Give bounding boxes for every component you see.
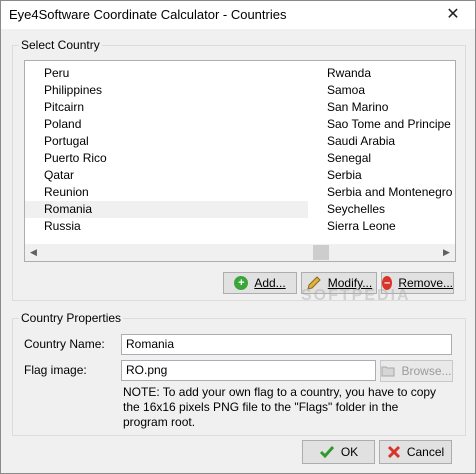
list-item[interactable]: Samoa: [308, 82, 455, 99]
cancel-button-label: Cancel: [406, 445, 445, 459]
list-item[interactable]: Senegal: [308, 150, 455, 167]
country-properties-label: Country Properties: [19, 311, 124, 325]
title-bar: Eye4Software Coordinate Calculator - Cou…: [1, 1, 475, 29]
list-item[interactable]: Serbia: [308, 167, 455, 184]
browse-button-label: Browse...: [401, 364, 452, 378]
ok-button-label: OK: [340, 445, 359, 459]
list-item[interactable]: Philippines: [25, 82, 308, 99]
cancel-button[interactable]: Cancel: [379, 440, 452, 464]
flag-image-label: Flag image:: [24, 363, 87, 377]
checkmark-icon: [319, 446, 334, 459]
flag-note-text: NOTE: To add your own flag to a country,…: [123, 385, 437, 429]
flag-image-input[interactable]: RO.png: [121, 360, 376, 381]
plus-circle-icon: +: [234, 276, 249, 290]
add-country-button[interactable]: + Add...: [223, 272, 297, 294]
browse-button: Browse...: [380, 360, 453, 382]
list-item[interactable]: Rwanda: [308, 65, 455, 82]
country-name-label: Country Name:: [24, 337, 105, 351]
window-title: Eye4Software Coordinate Calculator - Cou…: [9, 7, 287, 22]
list-item[interactable]: Portugal: [25, 133, 308, 150]
list-item[interactable]: Poland: [25, 116, 308, 133]
list-item[interactable]: Pitcairn: [25, 99, 308, 116]
horizontal-scrollbar[interactable]: ◀ ▶: [25, 244, 455, 261]
list-item[interactable]: Seychelles: [308, 201, 455, 218]
scroll-right-icon[interactable]: ▶: [438, 244, 455, 261]
list-item[interactable]: Puerto Rico: [25, 150, 308, 167]
cross-icon: [387, 445, 400, 459]
list-item[interactable]: Sierra Leone: [308, 218, 455, 235]
list-item[interactable]: Peru: [25, 65, 308, 82]
country-list[interactable]: Peru Philippines Pitcairn Poland Portugal Pue…: [24, 60, 456, 262]
list-item[interactable]: Serbia and Montenegro: [308, 184, 455, 201]
countries-dialog: Eye4Software Coordinate Calculator - Cou…: [0, 0, 476, 474]
close-window-button[interactable]: ✕: [431, 1, 475, 29]
list-item[interactable]: Sao Tome and Principe: [308, 116, 455, 133]
list-item[interactable]: Russia: [25, 218, 308, 235]
folder-icon: [381, 366, 395, 377]
country-name-input[interactable]: Romania: [121, 334, 452, 355]
add-button-label: Add...: [254, 276, 286, 290]
country-list-column-2: Rwanda Samoa San Marino Sao Tome and Princi…: [308, 65, 455, 235]
list-item[interactable]: Reunion: [25, 184, 308, 201]
select-country-label: Select Country: [19, 38, 102, 52]
scroll-left-icon[interactable]: ◀: [25, 244, 42, 261]
list-item[interactable]: Qatar: [25, 167, 308, 184]
scroll-thumb[interactable]: [313, 245, 329, 260]
list-item[interactable]: Romania: [25, 201, 308, 218]
ok-button[interactable]: OK: [302, 440, 375, 464]
list-item[interactable]: Saudi Arabia: [308, 133, 455, 150]
list-item[interactable]: San Marino: [308, 99, 455, 116]
softpedia-watermark: SOFTPEDIA: [301, 287, 411, 304]
country-list-column-1: Peru Philippines Pitcairn Poland Portugal Pue…: [25, 65, 308, 235]
